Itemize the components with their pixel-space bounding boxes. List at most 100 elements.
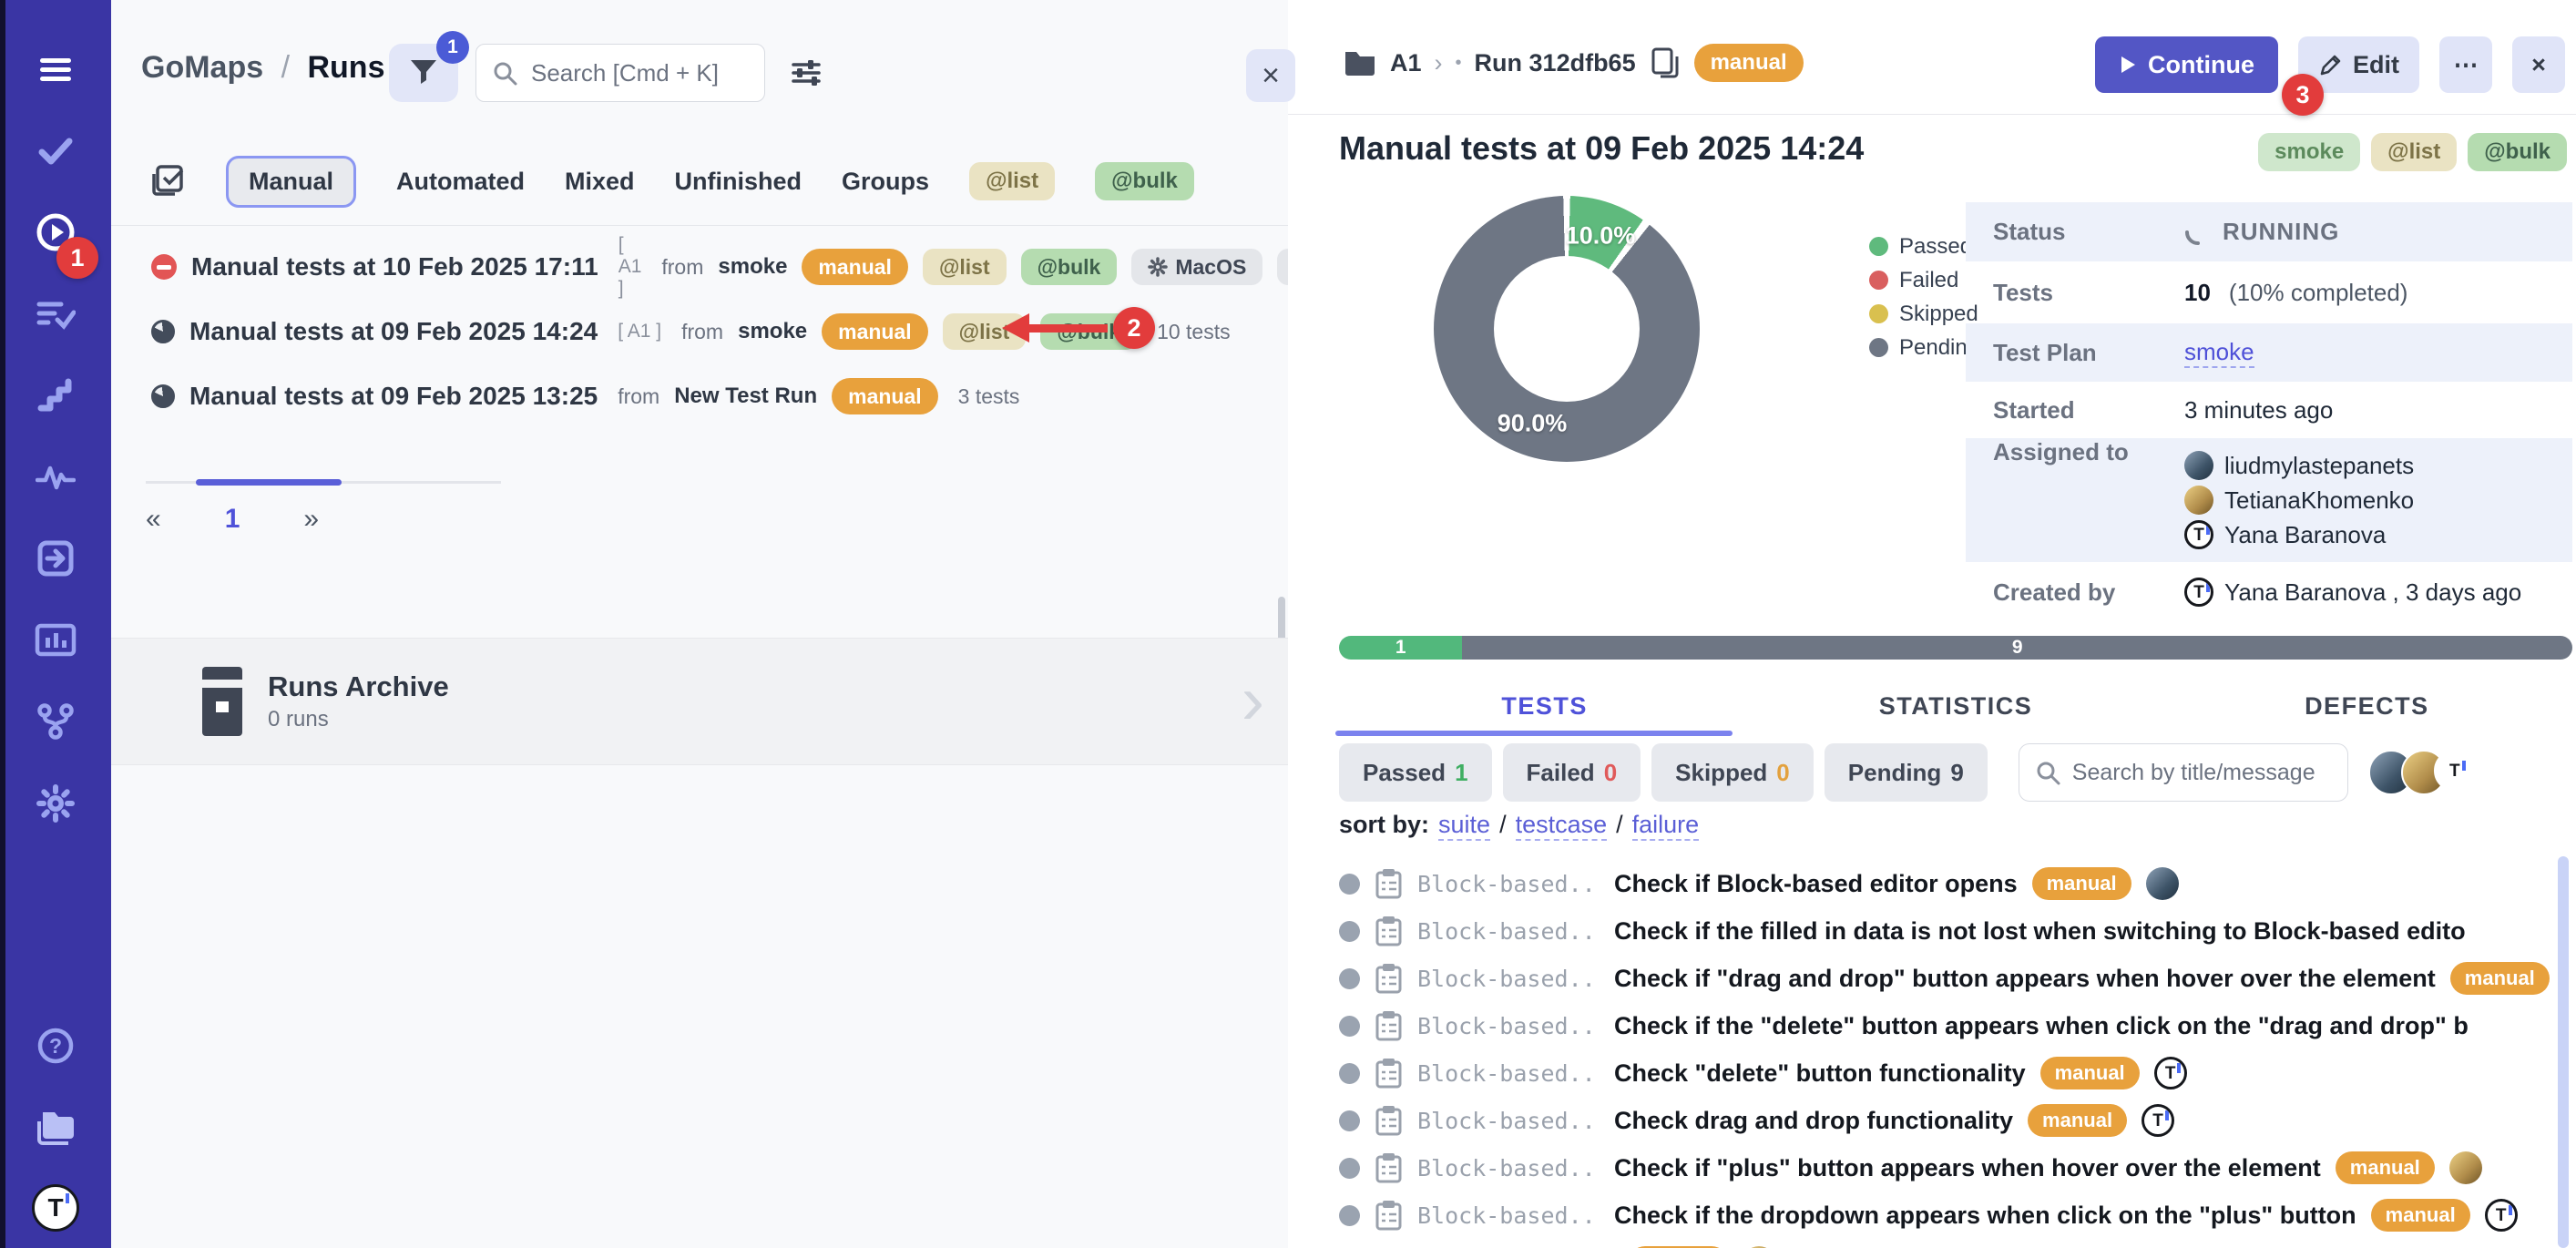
breadcrumb-project[interactable]: GoMaps (141, 50, 263, 85)
sidebar-item-settings[interactable] (0, 776, 111, 831)
test-row[interactable]: Block-based...Check if "drag and drop" b… (1288, 955, 2554, 1002)
clipboard-icon (1375, 1009, 1403, 1042)
run-list-item[interactable]: Manual tests at 10 Feb 2025 17:11[ A1 ]f… (111, 235, 1288, 299)
runs-tab-bulk[interactable]: @bulk (1095, 162, 1194, 200)
tab-tests[interactable]: TESTS (1339, 685, 1750, 728)
runs-tab-manual[interactable]: Manual (226, 156, 356, 208)
sidebar-item-test-cases[interactable] (0, 287, 111, 342)
sidebar-item-profile[interactable]: T (0, 1181, 111, 1235)
legend-item-pending: Pending (1869, 331, 1979, 364)
runs-search-input[interactable] (529, 58, 750, 88)
tab-defects[interactable]: DEFECTS (2162, 685, 2572, 728)
more-button[interactable]: ⋯ (2439, 36, 2492, 93)
test-row[interactable]: Block-based...Check "delete" button func… (1288, 1049, 2554, 1097)
info-value: 10(10% completed) (2184, 279, 2407, 307)
test-plan-link[interactable]: smoke (2184, 338, 2254, 368)
runs-tab-list[interactable]: @list (969, 162, 1055, 200)
test-title: Check if Block-based editor opens (1614, 870, 2018, 898)
assignee: TYana Baranova (2184, 520, 2414, 549)
chip-passed[interactable]: Passed1 (1339, 743, 1492, 802)
assignee-avatar[interactable]: T (2184, 520, 2213, 549)
assignee-avatars[interactable]: T (2368, 750, 2476, 795)
detail-tabs: TESTSSTATISTICSDEFECTS (1339, 685, 2572, 728)
test-row[interactable]: Block-based...manual (1288, 1239, 2554, 1248)
tab-statistics[interactable]: STATISTICS (1750, 685, 2161, 728)
test-row[interactable]: Block-based...Check if the dropdown appe… (1288, 1192, 2554, 1239)
pagination-next[interactable]: » (303, 504, 319, 535)
tests-search-input[interactable] (2070, 759, 2333, 787)
sidebar-item-menu[interactable] (0, 42, 111, 97)
info-label: Test Plan (1993, 339, 2184, 367)
run-breadcrumb-folder[interactable]: A1 (1390, 49, 1422, 77)
chip-pending[interactable]: Pending9 (1825, 743, 1988, 802)
test-suite-name: Block-based... (1417, 1108, 1600, 1134)
test-assignee-avatar[interactable]: T (2142, 1104, 2174, 1137)
test-assignee-avatar[interactable]: T (2485, 1199, 2518, 1232)
test-row[interactable]: Block-based...Check if "plus" button app… (1288, 1144, 2554, 1192)
reports-icon (35, 623, 77, 658)
runs-tab-mixed[interactable]: Mixed (565, 168, 635, 196)
pagination-track[interactable] (146, 481, 501, 484)
test-suite-name: Block-based... (1417, 1013, 1600, 1039)
chip-failed[interactable]: Failed0 (1503, 743, 1641, 802)
breadcrumb: GoMaps / Runs (141, 50, 384, 86)
test-row[interactable]: Block-based...Check if the filled in dat… (1288, 907, 2554, 955)
archive-title: Runs Archive (268, 670, 449, 703)
test-row[interactable]: Block-based...Check if the "delete" butt… (1288, 1002, 2554, 1049)
sidebar-item-projects[interactable] (0, 1100, 111, 1155)
panel-close-button[interactable]: × (1246, 49, 1295, 102)
info-value: liudmylastepanetsTetianaKhomenkoTYana Ba… (2184, 438, 2414, 562)
copy-icon[interactable] (1649, 45, 1682, 81)
test-row[interactable]: Block-based...Check drag and drop functi… (1288, 1097, 2554, 1144)
test-assignee-avatar[interactable] (2449, 1151, 2482, 1184)
test-assignee-avatar[interactable] (2146, 867, 2179, 900)
creator-avatar[interactable]: T (2184, 578, 2213, 607)
sort-by-failure[interactable]: failure (1632, 811, 1700, 841)
close-button[interactable]: × (2512, 36, 2565, 93)
test-status-dot (1339, 1158, 1360, 1179)
sidebar-item-tasks-check[interactable] (0, 124, 111, 179)
sidebar-item-activity[interactable] (0, 450, 111, 505)
filter-button[interactable]: 1 (389, 44, 458, 102)
test-suite-name: Block-based... (1417, 1155, 1600, 1182)
sidebar-item-help[interactable]: ? (0, 1018, 111, 1073)
chip-skipped[interactable]: Skipped0 (1651, 743, 1814, 802)
tests-scrollbar-thumb[interactable] (2558, 856, 2569, 1248)
folder-icon (1343, 47, 1377, 78)
run-badge-manual: manual (832, 378, 938, 414)
sidebar-item-shared-steps[interactable] (0, 368, 111, 423)
test-row[interactable]: Block-based...Check if Block-based edito… (1288, 860, 2554, 907)
run-source: smoke (718, 254, 787, 280)
continue-button[interactable]: Continue (2095, 36, 2278, 93)
left-scrollbar-thumb[interactable] (1278, 597, 1285, 642)
pagination-prev[interactable]: « (146, 504, 161, 535)
runs-archive-row[interactable]: Runs Archive 0 runs › (111, 638, 1288, 765)
assignee-avatar[interactable] (2184, 486, 2213, 515)
info-label: Started (1993, 396, 2184, 425)
test-type-badge: manual (2371, 1199, 2470, 1232)
sort-by-testcase[interactable]: testcase (1516, 811, 1608, 841)
breadcrumb-dot: • (1456, 53, 1462, 74)
profile-avatar[interactable]: T (32, 1184, 79, 1232)
info-value: TYana Baranova , 3 days ago (2184, 578, 2521, 607)
assignee-avatar[interactable] (2184, 451, 2213, 480)
select-all-icon[interactable] (148, 162, 186, 200)
test-assignee-avatar[interactable]: T (2154, 1057, 2187, 1089)
chip-count: 0 (1776, 759, 1789, 787)
pagination-thumb[interactable] (196, 479, 342, 486)
activity-icon (36, 461, 76, 494)
runs-tab-unfinished[interactable]: Unfinished (675, 168, 802, 196)
sidebar-item-sign-in[interactable] (0, 531, 111, 586)
runs-tab-automated[interactable]: Automated (396, 168, 525, 196)
runs-tab-groups[interactable]: Groups (842, 168, 929, 196)
sort-by-suite[interactable]: suite (1438, 811, 1490, 841)
pagination-page[interactable]: 1 (225, 504, 240, 535)
filter-avatar[interactable]: T (2434, 750, 2476, 792)
test-title: Check if the dropdown appears when click… (1614, 1202, 2356, 1230)
test-suite-name: Block-based... (1417, 966, 1600, 992)
display-settings-icon[interactable] (789, 56, 823, 89)
sidebar-item-reports[interactable] (0, 613, 111, 668)
run-list-item[interactable]: Manual tests at 09 Feb 2025 13:25fromNew… (111, 364, 1288, 428)
run-list-item[interactable]: Manual tests at 09 Feb 2025 14:24[ A1 ]f… (111, 300, 1288, 363)
sidebar-item-integrations[interactable] (0, 694, 111, 749)
